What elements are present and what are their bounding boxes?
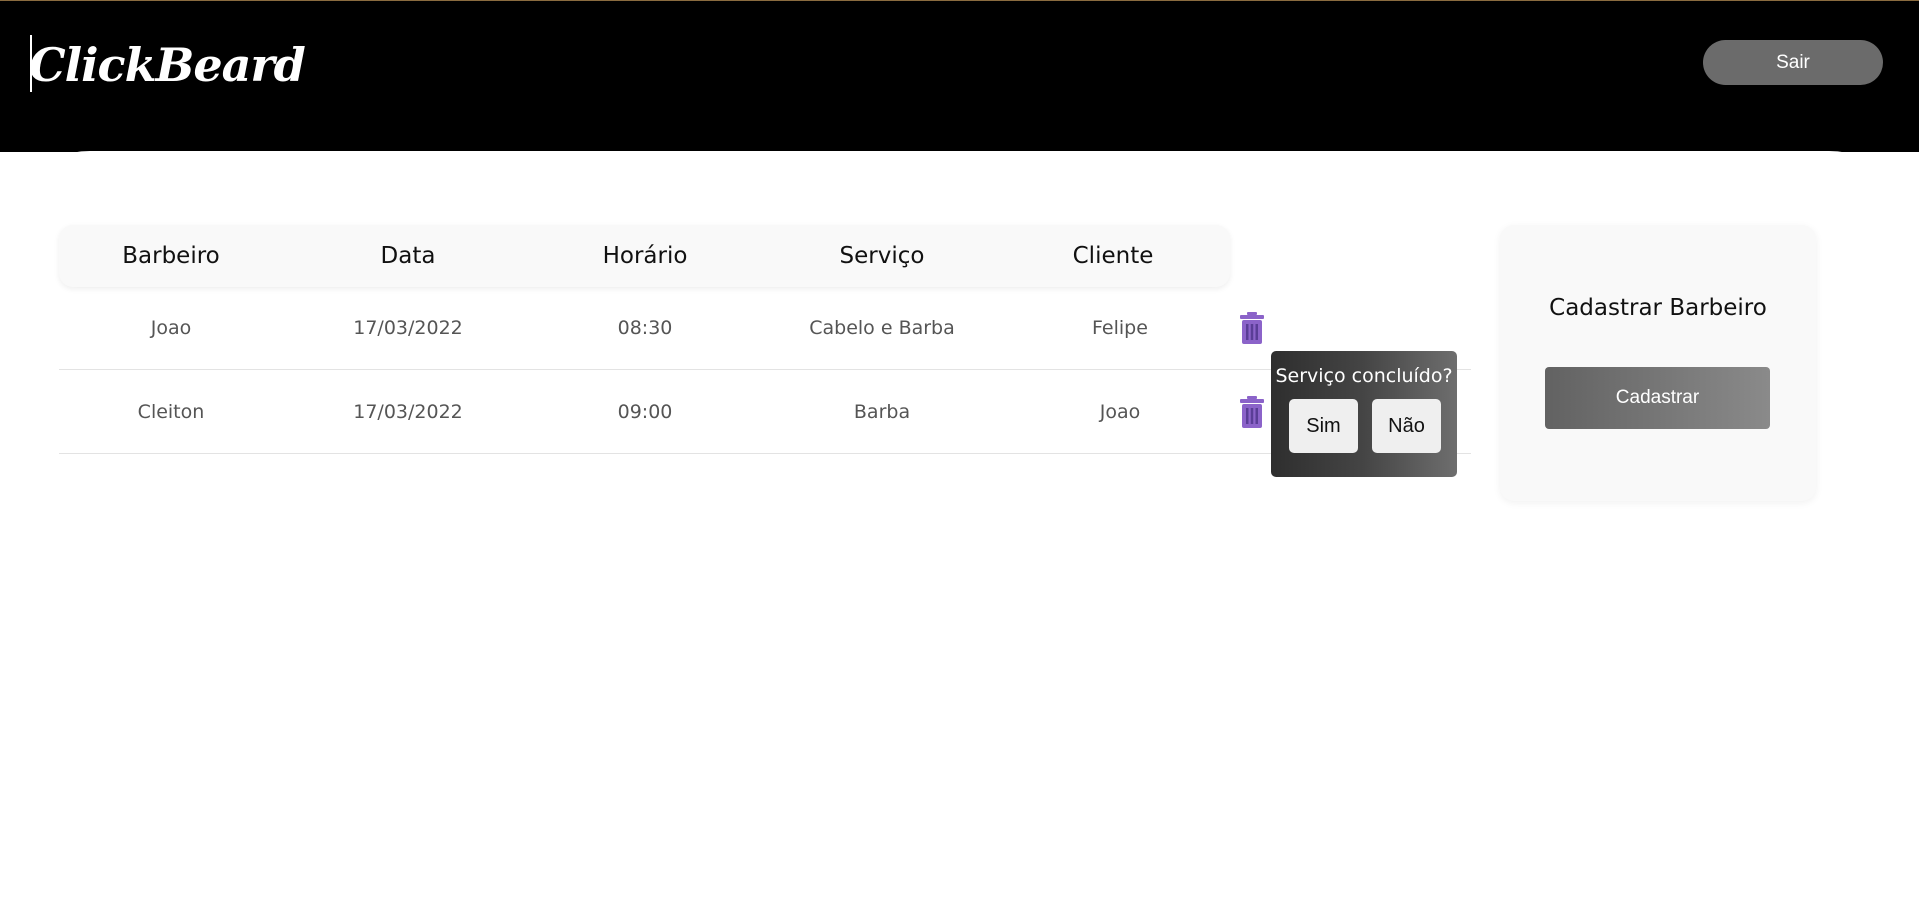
- cell-data: 17/03/2022: [353, 401, 463, 423]
- main-content: Barbeiro Data Horário Serviço Cliente Jo…: [0, 151, 1919, 915]
- cell-servico: Barba: [853, 401, 911, 423]
- confirm-service-popup: Serviço concluído? Sim Não: [1271, 351, 1457, 477]
- column-header-barbeiro: Barbeiro: [122, 243, 220, 269]
- popup-question: Serviço concluído?: [1275, 365, 1453, 387]
- logout-button[interactable]: Sair: [1703, 40, 1883, 85]
- table-header: Barbeiro Data Horário Serviço Cliente: [59, 225, 1230, 287]
- text-cursor: [30, 35, 32, 92]
- trash-icon[interactable]: [1239, 396, 1265, 428]
- column-header-data: Data: [380, 243, 436, 269]
- cell-barbeiro: Joao: [150, 317, 192, 339]
- column-header-horario: Horário: [602, 243, 688, 269]
- trash-icon[interactable]: [1239, 312, 1265, 344]
- cell-barbeiro: Cleiton: [137, 401, 205, 423]
- app-logo: ClickBeard: [29, 38, 306, 92]
- table-row: Cleiton 17/03/2022 09:00 Barba Joao: [59, 370, 1471, 454]
- column-header-servico: Serviço: [839, 243, 925, 269]
- cell-cliente: Felipe: [1092, 317, 1148, 339]
- card-title: Cadastrar Barbeiro: [1549, 295, 1767, 321]
- register-barber-card: Cadastrar Barbeiro Cadastrar: [1500, 225, 1816, 501]
- confirm-yes-button[interactable]: Sim: [1289, 399, 1358, 453]
- cell-horario: 08:30: [617, 317, 673, 339]
- table-row: Joao 17/03/2022 08:30 Cabelo e Barba Fel…: [59, 286, 1471, 370]
- cell-data: 17/03/2022: [353, 317, 463, 339]
- confirm-no-button[interactable]: Não: [1372, 399, 1441, 453]
- cell-cliente: Joao: [1099, 401, 1141, 423]
- column-header-cliente: Cliente: [1072, 243, 1154, 269]
- register-button[interactable]: Cadastrar: [1545, 367, 1770, 429]
- cell-servico: Cabelo e Barba: [809, 317, 955, 339]
- top-bar: ClickBeard Sair: [0, 0, 1919, 152]
- cell-horario: 09:00: [617, 401, 673, 423]
